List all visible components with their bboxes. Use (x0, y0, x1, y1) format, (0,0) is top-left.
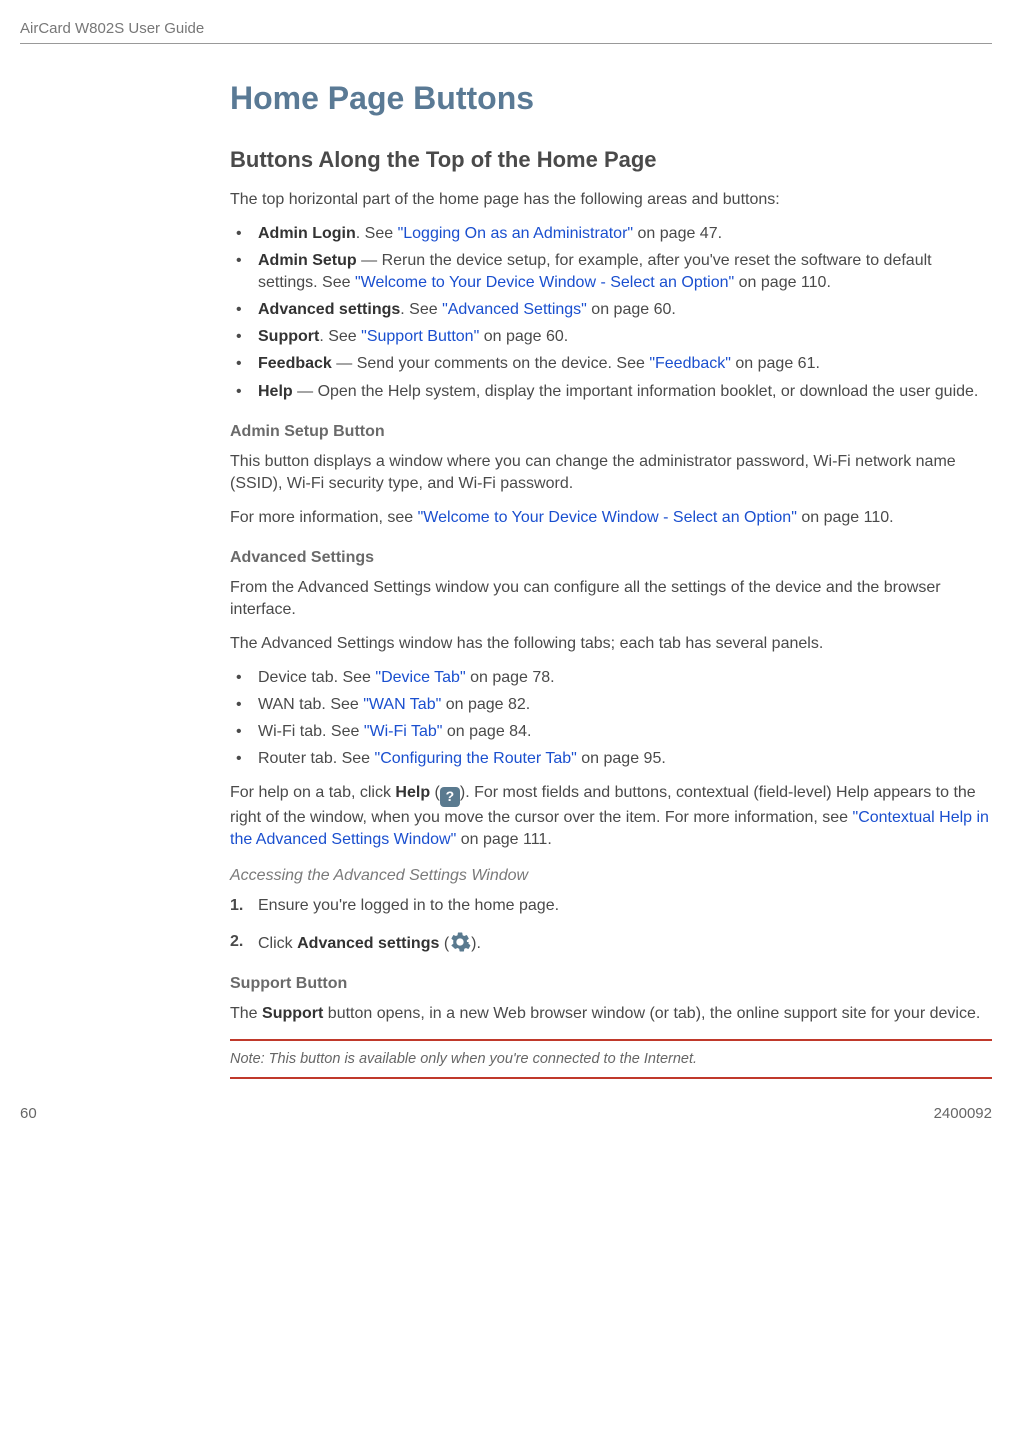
advanced-settings-label: Advanced settings (297, 935, 439, 952)
content-area: Home Page Buttons Buttons Along the Top … (230, 80, 992, 1079)
list-item: Admin Login. See "Logging On as an Admin… (230, 223, 992, 245)
text: ). (471, 935, 481, 952)
text: on page 60. (587, 301, 676, 318)
question-mark-icon: ? (446, 787, 455, 806)
cross-ref-link[interactable]: "Wi-Fi Tab" (364, 723, 443, 740)
text: on page 78. (466, 669, 555, 686)
list-item: Feedback — Send your comments on the dev… (230, 353, 992, 375)
list-item: WAN tab. See "WAN Tab" on page 82. (230, 694, 992, 716)
doc-number: 2400092 (934, 1105, 992, 1122)
text: on page 82. (441, 696, 530, 713)
text: Ensure you're logged in to the home page… (258, 897, 559, 914)
text: on page 95. (577, 750, 666, 767)
text: Click (258, 935, 297, 952)
list-item: Admin Setup — Rerun the device setup, fo… (230, 250, 992, 294)
page-title-h1: Home Page Buttons (230, 80, 992, 117)
cross-ref-link[interactable]: "Device Tab" (375, 669, 465, 686)
help-label: Help (395, 784, 430, 801)
cross-ref-link[interactable]: "Welcome to Your Device Window - Select … (418, 509, 797, 526)
paragraph: For help on a tab, click Help (?). For m… (230, 782, 992, 851)
support-label: Support (262, 1005, 323, 1022)
note-box: Note: This button is available only when… (230, 1039, 992, 1079)
step-item: Click Advanced settings (). (230, 931, 992, 955)
paragraph: This button displays a window where you … (230, 451, 992, 495)
text: The (230, 1005, 262, 1022)
list-item: Device tab. See "Device Tab" on page 78. (230, 667, 992, 689)
cross-ref-link[interactable]: "Support Button" (361, 328, 479, 345)
button-label: Admin Login (258, 225, 356, 242)
cross-ref-link[interactable]: "Welcome to Your Device Window - Select … (355, 274, 734, 291)
list-item: Advanced settings. See "Advanced Setting… (230, 299, 992, 321)
advanced-settings-heading: Advanced Settings (230, 549, 992, 567)
text: . See (400, 301, 442, 318)
note-text: Note: This button is available only when… (230, 1049, 992, 1069)
text: For more information, see (230, 509, 418, 526)
cross-ref-link[interactable]: "Configuring the Router Tab" (375, 750, 577, 767)
text: on page 47. (633, 225, 722, 242)
text: on page 111. (456, 831, 552, 848)
step-item: Ensure you're logged in to the home page… (230, 895, 992, 917)
list-item: Support. See "Support Button" on page 60… (230, 326, 992, 348)
text: . See (356, 225, 398, 242)
paragraph: From the Advanced Settings window you ca… (230, 577, 992, 621)
admin-setup-heading: Admin Setup Button (230, 423, 992, 441)
support-button-heading: Support Button (230, 975, 992, 993)
text: For help on a tab, click (230, 784, 395, 801)
button-label: Help (258, 383, 293, 400)
page-footer: 60 2400092 (20, 1105, 992, 1136)
text: ( (439, 935, 449, 952)
paragraph: For more information, see "Welcome to Yo… (230, 507, 992, 529)
button-label: Admin Setup (258, 252, 357, 269)
text: on page 61. (731, 355, 820, 372)
help-icon: ? (440, 787, 460, 807)
cross-ref-link[interactable]: "Feedback" (649, 355, 731, 372)
cross-ref-link[interactable]: "Logging On as an Administrator" (398, 225, 634, 242)
list-item: Router tab. See "Configuring the Router … (230, 748, 992, 770)
text: . See (319, 328, 361, 345)
paragraph: The Support button opens, in a new Web b… (230, 1003, 992, 1025)
page-header: AirCard W802S User Guide (20, 20, 992, 44)
list-item: Help — Open the Help system, display the… (230, 381, 992, 403)
accessing-heading: Accessing the Advanced Settings Window (230, 867, 992, 885)
text: on page 110. (734, 274, 831, 291)
text: on page 60. (479, 328, 568, 345)
section-buttons-top: Buttons Along the Top of the Home Page (230, 147, 992, 173)
top-buttons-list: Admin Login. See "Logging On as an Admin… (230, 223, 992, 403)
text: Router tab. See (258, 750, 375, 767)
text: Wi-Fi tab. See (258, 723, 364, 740)
text: — Open the Help system, display the impo… (293, 383, 979, 400)
doc-title: AirCard W802S User Guide (20, 20, 204, 37)
text: — Send your comments on the device. See (332, 355, 650, 372)
text: on page 110. (797, 509, 894, 526)
button-label: Feedback (258, 355, 332, 372)
text: on page 84. (442, 723, 531, 740)
intro-paragraph: The top horizontal part of the home page… (230, 189, 992, 211)
button-label: Advanced settings (258, 301, 400, 318)
text: WAN tab. See (258, 696, 363, 713)
text: button opens, in a new Web browser windo… (323, 1005, 980, 1022)
text: ( (430, 784, 440, 801)
tabs-list: Device tab. See "Device Tab" on page 78.… (230, 667, 992, 770)
steps-list: Ensure you're logged in to the home page… (230, 895, 992, 955)
paragraph: The Advanced Settings window has the fol… (230, 633, 992, 655)
text: Device tab. See (258, 669, 375, 686)
cross-ref-link[interactable]: "Advanced Settings" (442, 301, 587, 318)
button-label: Support (258, 328, 319, 345)
page-number: 60 (20, 1105, 37, 1122)
list-item: Wi-Fi tab. See "Wi-Fi Tab" on page 84. (230, 721, 992, 743)
cross-ref-link[interactable]: "WAN Tab" (363, 696, 441, 713)
gear-icon (449, 931, 471, 953)
